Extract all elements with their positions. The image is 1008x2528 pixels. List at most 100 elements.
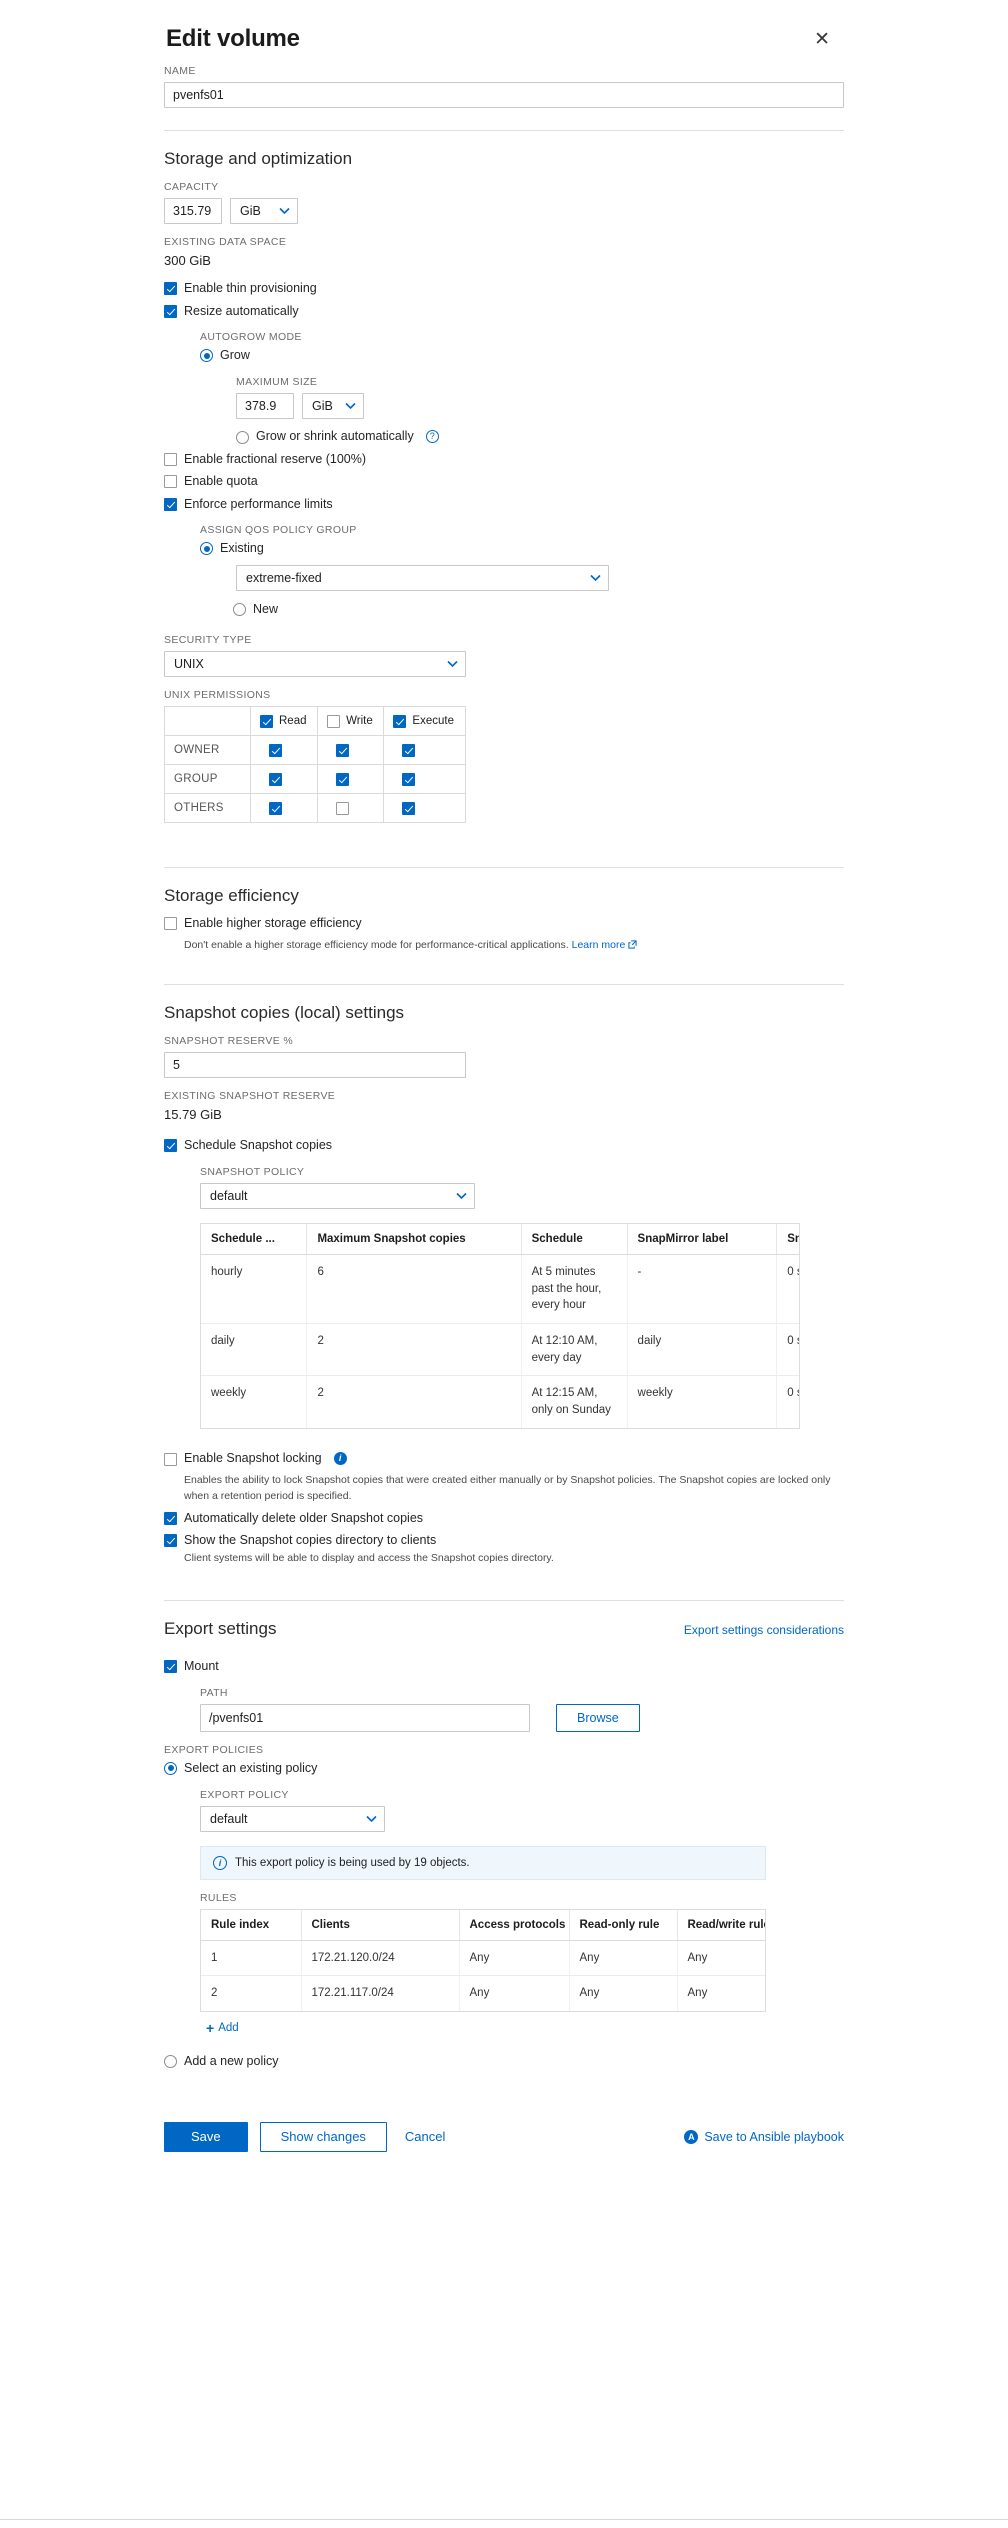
higher-efficiency-label: Enable higher storage efficiency <box>184 915 362 930</box>
cell-snaplock: 0 second <box>776 1323 799 1377</box>
edit-volume-page: Edit volume ✕ NAME Storage and optimizat… <box>0 0 1008 2528</box>
fractional-reserve-row[interactable]: Enable fractional reserve (100%) <box>164 452 844 468</box>
read-header-checkbox[interactable] <box>260 714 273 728</box>
show-snapshot-dir-row[interactable]: Show the Snapshot copies directory to cl… <box>164 1533 844 1549</box>
fractional-reserve-checkbox[interactable] <box>164 452 177 466</box>
security-type-select[interactable]: UNIX <box>164 650 466 677</box>
help-icon[interactable]: ? <box>425 430 439 444</box>
dialog-header: Edit volume ✕ <box>164 0 844 53</box>
mount-label: Mount <box>184 1659 219 1674</box>
export-policy-group: EXPORT POLICY default i This export poli… <box>200 1789 844 2038</box>
snapshot-locking-checkbox[interactable] <box>164 1452 177 1466</box>
col-schedule-name: Schedule ... <box>201 1224 308 1256</box>
export-policy-select[interactable]: default <box>200 1805 385 1832</box>
write-header-checkbox[interactable] <box>327 714 341 728</box>
add-rule-button[interactable]: + Add <box>206 2021 239 2035</box>
qos-existing-row[interactable]: Existing <box>200 541 844 557</box>
owner-write-checkbox[interactable] <box>336 743 350 757</box>
path-input[interactable] <box>200 1703 530 1732</box>
select-existing-policy-row[interactable]: Select an existing policy <box>164 1761 844 1777</box>
mount-checkbox[interactable] <box>164 1660 177 1674</box>
close-icon[interactable]: ✕ <box>808 26 836 53</box>
show-changes-button[interactable]: Show changes <box>259 2121 387 2152</box>
qos-new-row[interactable]: New <box>233 602 844 618</box>
capacity-input[interactable] <box>164 198 222 224</box>
owner-read-checkbox[interactable] <box>269 743 282 757</box>
name-label: NAME <box>164 65 196 77</box>
grow-shrink-row[interactable]: Grow or shrink automatically ? <box>236 429 844 445</box>
info-icon[interactable]: i <box>333 1452 347 1466</box>
show-snapshot-dir-checkbox[interactable] <box>164 1534 177 1548</box>
thin-provisioning-checkbox[interactable] <box>164 282 177 295</box>
grow-shrink-radio[interactable] <box>236 430 249 444</box>
capacity-unit-value: GiB <box>240 204 261 218</box>
maximum-size-input[interactable] <box>236 392 294 419</box>
quota-row[interactable]: Enable quota <box>164 474 844 490</box>
group-execute-checkbox[interactable] <box>402 772 416 786</box>
group-read-checkbox[interactable] <box>269 772 282 786</box>
volume-name-input[interactable] <box>164 82 844 108</box>
execute-header-checkbox[interactable] <box>393 714 407 728</box>
thin-provisioning-row[interactable]: Enable thin provisioning <box>164 281 844 297</box>
schedule-snapshot-checkbox[interactable] <box>164 1139 177 1153</box>
others-execute-checkbox[interactable] <box>402 801 416 815</box>
select-existing-policy-radio[interactable] <box>164 1761 177 1775</box>
qos-policy-value: extreme-fixed <box>246 571 322 585</box>
table-row: 2 172.21.117.0/24 Any Any Any Any <box>201 1975 765 2011</box>
snapshot-locking-row[interactable]: Enable Snapshot locking i <box>164 1451 844 1467</box>
higher-efficiency-checkbox[interactable] <box>164 916 177 930</box>
learn-more-link[interactable]: Learn more <box>572 939 626 951</box>
save-to-ansible-playbook-button[interactable]: A Save to Ansible playbook <box>684 2129 844 2144</box>
others-read-checkbox[interactable] <box>269 801 282 815</box>
unix-permissions-label: UNIX PERMISSIONS <box>164 688 271 701</box>
perm-cell-others-read <box>249 792 319 823</box>
path-group: PATH Browse <box>200 1687 844 1732</box>
qos-new-radio[interactable] <box>233 603 246 616</box>
quota-checkbox[interactable] <box>164 475 177 489</box>
cell-clients: 172.21.117.0/24 <box>301 1975 460 2011</box>
export-considerations-link[interactable]: Export settings considerations <box>684 1623 844 1637</box>
snapshot-reserve-input[interactable] <box>164 1052 466 1079</box>
mount-row[interactable]: Mount <box>164 1659 844 1675</box>
group-write-checkbox[interactable] <box>336 772 350 786</box>
auto-delete-row[interactable]: Automatically delete older Snapshot copi… <box>164 1511 844 1527</box>
performance-limits-row[interactable]: Enforce performance limits <box>164 497 844 513</box>
schedule-snapshot-row[interactable]: Schedule Snapshot copies <box>164 1138 844 1154</box>
ansible-icon: A <box>684 2129 699 2144</box>
qos-policy-select[interactable]: extreme-fixed <box>236 565 609 591</box>
owner-execute-checkbox[interactable] <box>402 743 416 757</box>
add-new-policy-radio[interactable] <box>164 2054 177 2068</box>
others-write-checkbox[interactable] <box>336 801 350 815</box>
cell-max-copies: 2 <box>306 1323 522 1377</box>
add-new-policy-row[interactable]: Add a new policy <box>164 2054 844 2070</box>
snapshot-schedule-table: Schedule ... Maximum Snapshot copies Sch… <box>201 1224 799 1428</box>
storage-efficiency-note-row: Don't enable a higher storage efficiency… <box>184 938 844 954</box>
auto-delete-checkbox[interactable] <box>164 1511 177 1525</box>
cell-snaplock: 0 second <box>787 1387 799 1400</box>
table-header-row: Rule index Clients Access protocols Read… <box>201 1909 765 1941</box>
maximum-size-row: GiB <box>236 392 844 419</box>
cancel-button[interactable]: Cancel <box>399 2129 451 2144</box>
security-type-group: SECURITY TYPE UNIX <box>164 634 844 677</box>
qos-existing-radio[interactable] <box>200 542 213 556</box>
maximum-size-unit-select[interactable]: GiB <box>302 392 364 419</box>
resize-automatically-row[interactable]: Resize automatically <box>164 304 844 320</box>
higher-efficiency-row[interactable]: Enable higher storage efficiency <box>164 916 844 932</box>
resize-automatically-checkbox[interactable] <box>164 304 177 318</box>
cell-max-copies: 2 <box>306 1375 522 1428</box>
cell-snaplock: 0 second <box>776 1254 799 1325</box>
capacity-unit-select[interactable]: GiB <box>230 198 298 224</box>
export-section-heading: Export settings <box>164 1619 277 1639</box>
save-button[interactable]: Save <box>164 2121 248 2152</box>
browse-button[interactable]: Browse <box>556 1703 640 1732</box>
qos-policy-select-wrap: extreme-fixed <box>236 565 844 591</box>
grow-radio[interactable] <box>200 349 213 363</box>
performance-limits-checkbox[interactable] <box>164 497 177 511</box>
snapshot-policy-select[interactable]: default <box>200 1183 475 1210</box>
autogrow-group: AUTOGROW MODE Grow MAXIMUM SIZE GiB Grow… <box>200 331 844 444</box>
col-readwrite-rule: Read/write rule <box>677 1909 765 1941</box>
add-rule-label: Add <box>218 2021 239 2034</box>
autogrow-grow-row[interactable]: Grow <box>200 348 844 364</box>
table-row: 1 172.21.120.0/24 Any Any Any Any <box>201 1940 765 1977</box>
show-snapshot-dir-label: Show the Snapshot copies directory to cl… <box>184 1533 437 1548</box>
